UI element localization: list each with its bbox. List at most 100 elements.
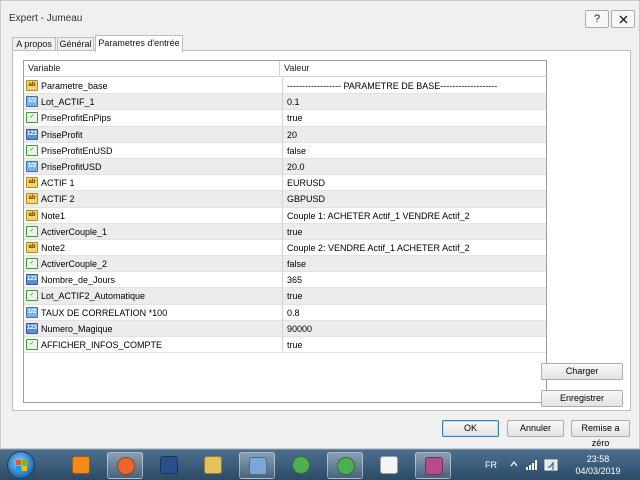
control-panel-icon (249, 457, 267, 475)
annuler-button[interactable]: Annuler (507, 420, 564, 437)
parameter-value[interactable]: 20 (282, 126, 544, 143)
boolean-type-icon: ✓ (26, 144, 38, 156)
notepad-icon (380, 456, 398, 474)
boolean-type-icon: ✓ (26, 290, 38, 302)
parameter-value[interactable]: ------------------ PARAMETRE DE BASE----… (282, 78, 544, 94)
table-row[interactable]: ab ACTIF 1 EURUSD (24, 175, 546, 192)
parameter-value[interactable]: Couple 2: VENDRE Actif_1 ACHETER Actif_2 (282, 239, 544, 256)
taskbar-app[interactable] (107, 452, 143, 479)
table-row[interactable]: 123 Numero_Magique 90000 (24, 320, 546, 337)
table-row[interactable]: 123 PriseProfit 20 (24, 126, 546, 143)
double-type-icon: 1/2 (26, 306, 38, 318)
taskbar-app[interactable] (371, 452, 407, 479)
integer-type-icon: 123 (26, 274, 38, 286)
parameter-value[interactable]: 365 (282, 272, 544, 289)
chevron-up-icon (510, 461, 518, 467)
column-header-variable[interactable]: Variable (24, 61, 280, 77)
devexpress-icon (160, 456, 178, 474)
close-icon (619, 15, 627, 24)
parameter-name: PriseProfitUSD (41, 161, 102, 172)
table-row[interactable]: 1/2 PriseProfitUSD 20.0 (24, 158, 546, 176)
parameter-value[interactable]: 90000 (282, 320, 544, 337)
parameter-value[interactable]: false (282, 256, 544, 273)
expert-dialog: Expert - Jumeau ? A propos Général Param… (0, 0, 640, 449)
table-row[interactable]: ✓ PriseProfitEnUSD false (24, 142, 546, 159)
parameter-value[interactable]: true (282, 110, 544, 127)
parameter-name: ACTIF 1 (41, 178, 75, 189)
tab-panel: Variable Valeur ab Parametre_base --------… (12, 50, 631, 411)
parameter-value[interactable]: Couple 1: ACHETER Actif_1 VENDRE Actif_2 (282, 207, 544, 224)
parameter-value[interactable]: false (282, 142, 544, 159)
charger-button[interactable]: Charger (541, 363, 623, 380)
table-row[interactable]: ✓ AFFICHER_INFOS_COMPTE true (24, 337, 546, 354)
parameter-name: PriseProfitEnPips (41, 113, 112, 124)
double-type-icon: 1/2 (26, 160, 38, 172)
double-type-icon: 1/2 (26, 96, 38, 108)
table-row[interactable]: 123 Nombre_de_Jours 365 (24, 272, 546, 289)
volume-icon[interactable] (544, 458, 558, 472)
integer-type-icon: 123 (26, 128, 38, 140)
boolean-type-icon: ✓ (26, 225, 38, 237)
parameter-name: PriseProfit (41, 129, 83, 140)
integer-type-icon: 123 (26, 322, 38, 334)
table-row[interactable]: ab Parametre_base ------------------ PARAM… (24, 78, 546, 95)
table-row[interactable]: ✓ PriseProfitEnPips true (24, 110, 546, 127)
language-indicator[interactable]: FR (485, 460, 497, 470)
table-row[interactable]: ab ACTIF 2 GBPUSD (24, 191, 546, 208)
parameter-value[interactable]: 0.8 (282, 304, 544, 321)
table-row[interactable]: ab Note1 Couple 1: ACHETER Actif_1 VENDRE … (24, 207, 546, 224)
tab-a-propos[interactable]: A propos (12, 37, 56, 51)
table-row[interactable]: 1/2 TAUX DE CORRELATION *100 0.8 (24, 304, 546, 321)
taskbar: FR 23:58 04/03/2019 (0, 449, 640, 480)
clock-date: 04/03/2019 (575, 466, 621, 476)
clock[interactable]: 23:58 04/03/2019 (568, 453, 628, 477)
parameter-name: AFFICHER_INFOS_COMPTE (41, 340, 163, 350)
taskbar-app[interactable] (415, 452, 451, 479)
table-row[interactable]: ✓ Lot_ACTIF2_Automatique true (24, 288, 546, 305)
remise-a-zero-button[interactable]: Remise a zéro (571, 420, 630, 448)
column-header-value[interactable]: Valeur (280, 61, 546, 77)
parameter-name: Nombre_de_Jours (41, 275, 116, 286)
parameter-name: Note1 (41, 210, 66, 221)
parameter-value[interactable]: 0.1 (282, 94, 544, 111)
string-type-icon: ab (26, 193, 38, 205)
clock-time: 23:58 (586, 454, 610, 464)
boolean-type-icon: ✓ (26, 258, 38, 270)
parameter-name: TAUX DE CORRELATION *100 (41, 307, 168, 318)
tab-general[interactable]: Général (57, 37, 94, 51)
parameter-value[interactable]: true (282, 223, 544, 240)
grid-header: Variable Valeur (24, 61, 546, 77)
network-icon[interactable] (525, 459, 539, 471)
parameter-name: ActiverCouple_1 (41, 226, 108, 237)
string-type-icon: ab (26, 241, 38, 253)
parameter-name: PriseProfitEnUSD (41, 145, 113, 156)
parameter-value[interactable]: GBPUSD (282, 191, 544, 208)
table-row[interactable]: ab Note2 Couple 2: VENDRE Actif_1 ACHETER … (24, 239, 546, 257)
parameter-value[interactable]: true (282, 288, 544, 305)
parameter-value[interactable]: EURUSD (282, 175, 544, 192)
taskbar-app[interactable] (327, 452, 363, 479)
parameter-value[interactable]: true (282, 337, 544, 353)
taskbar-app[interactable] (283, 452, 319, 479)
taskbar-app[interactable] (63, 452, 99, 479)
firefox-icon (117, 457, 135, 475)
close-button[interactable] (611, 10, 635, 28)
taskbar-app[interactable] (239, 452, 275, 479)
table-row[interactable]: 1/2 Lot_ACTIF_1 0.1 (24, 94, 546, 111)
windows-logo-icon (16, 460, 27, 471)
help-button[interactable]: ? (585, 10, 609, 28)
grid-rows: ab Parametre_base ------------------ PARAM… (24, 78, 546, 354)
parameter-value[interactable]: 20.0 (282, 158, 544, 175)
show-hidden-icons[interactable] (510, 460, 518, 468)
taskbar-app[interactable] (151, 452, 187, 479)
enregistrer-button[interactable]: Enregistrer (541, 390, 623, 407)
parameters-grid[interactable]: Variable Valeur ab Parametre_base --------… (23, 60, 547, 403)
table-row[interactable]: ✓ ActiverCouple_2 false (24, 256, 546, 273)
ok-button[interactable]: OK (442, 420, 499, 437)
table-row[interactable]: ✓ ActiverCouple_1 true (24, 223, 546, 240)
title-bar[interactable]: Expert - Jumeau ? (1, 1, 639, 33)
parameter-name: ACTIF 2 (41, 194, 75, 205)
taskbar-app[interactable] (195, 452, 231, 479)
start-button[interactable] (7, 451, 35, 479)
tab-parametres-entree[interactable]: Parametres d'entrée (95, 35, 183, 52)
